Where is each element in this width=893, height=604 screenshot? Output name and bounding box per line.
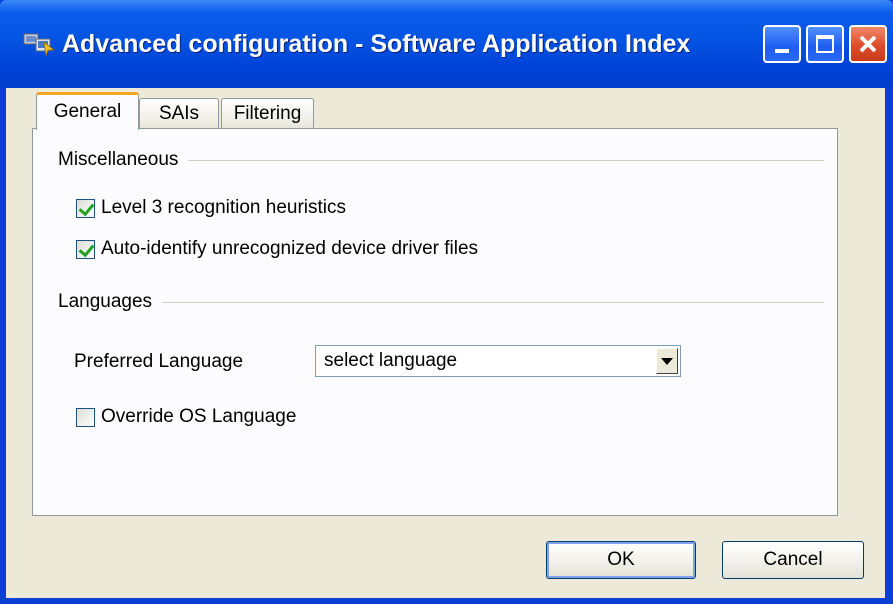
checkbox-label: Level 3 recognition heuristics bbox=[101, 197, 347, 218]
tab-sais[interactable]: SAIs bbox=[139, 98, 219, 129]
select-value: select language bbox=[324, 350, 458, 371]
checkbox-label: Override OS Language bbox=[101, 406, 297, 427]
close-button[interactable] bbox=[849, 25, 887, 63]
ok-button[interactable]: OK bbox=[546, 541, 696, 579]
title-bar[interactable]: Advanced configuration - Software Applic… bbox=[0, 0, 893, 88]
minimize-icon bbox=[775, 49, 789, 53]
checkbox-box[interactable] bbox=[76, 407, 95, 427]
tab-filtering[interactable]: Filtering bbox=[221, 98, 314, 129]
maximize-button[interactable] bbox=[806, 25, 844, 63]
group-divider bbox=[58, 302, 824, 303]
tab-general[interactable]: General bbox=[36, 92, 139, 130]
dialog-window: Advanced configuration - Software Applic… bbox=[0, 0, 893, 604]
checkbox-box[interactable] bbox=[76, 198, 95, 218]
preferred-language-label: Preferred Language bbox=[74, 351, 244, 372]
group-heading-miscellaneous: Miscellaneous bbox=[58, 149, 189, 171]
maximize-icon bbox=[816, 35, 834, 53]
checkbox-box[interactable] bbox=[76, 239, 95, 259]
checkbox-level3-heuristics[interactable]: Level 3 recognition heuristics bbox=[76, 195, 346, 221]
checkbox-label: Auto-identify unrecognized device driver… bbox=[101, 238, 479, 259]
tab-label: Filtering bbox=[233, 103, 302, 124]
cancel-button[interactable]: Cancel bbox=[722, 541, 864, 579]
sai-app-icon bbox=[23, 33, 56, 57]
checkmark-icon bbox=[78, 240, 95, 257]
dialog-client-area: General SAIs Filtering Miscellaneous Lev… bbox=[6, 88, 885, 598]
tab-label: SAIs bbox=[158, 103, 200, 124]
checkbox-auto-identify-drivers[interactable]: Auto-identify unrecognized device driver… bbox=[76, 236, 478, 262]
dropdown-arrow-icon[interactable] bbox=[656, 348, 678, 374]
window-title: Advanced configuration - Software Applic… bbox=[62, 30, 691, 58]
tab-label: General bbox=[53, 101, 122, 122]
close-icon bbox=[859, 35, 877, 53]
checkbox-override-os-language[interactable]: Override OS Language bbox=[76, 404, 296, 430]
general-tab-panel: Miscellaneous Level 3 recognition heuris… bbox=[32, 128, 838, 516]
checkmark-icon bbox=[78, 199, 95, 216]
minimize-button[interactable] bbox=[763, 25, 801, 63]
preferred-language-select[interactable]: select language bbox=[315, 345, 681, 377]
group-heading-languages: Languages bbox=[58, 291, 163, 313]
